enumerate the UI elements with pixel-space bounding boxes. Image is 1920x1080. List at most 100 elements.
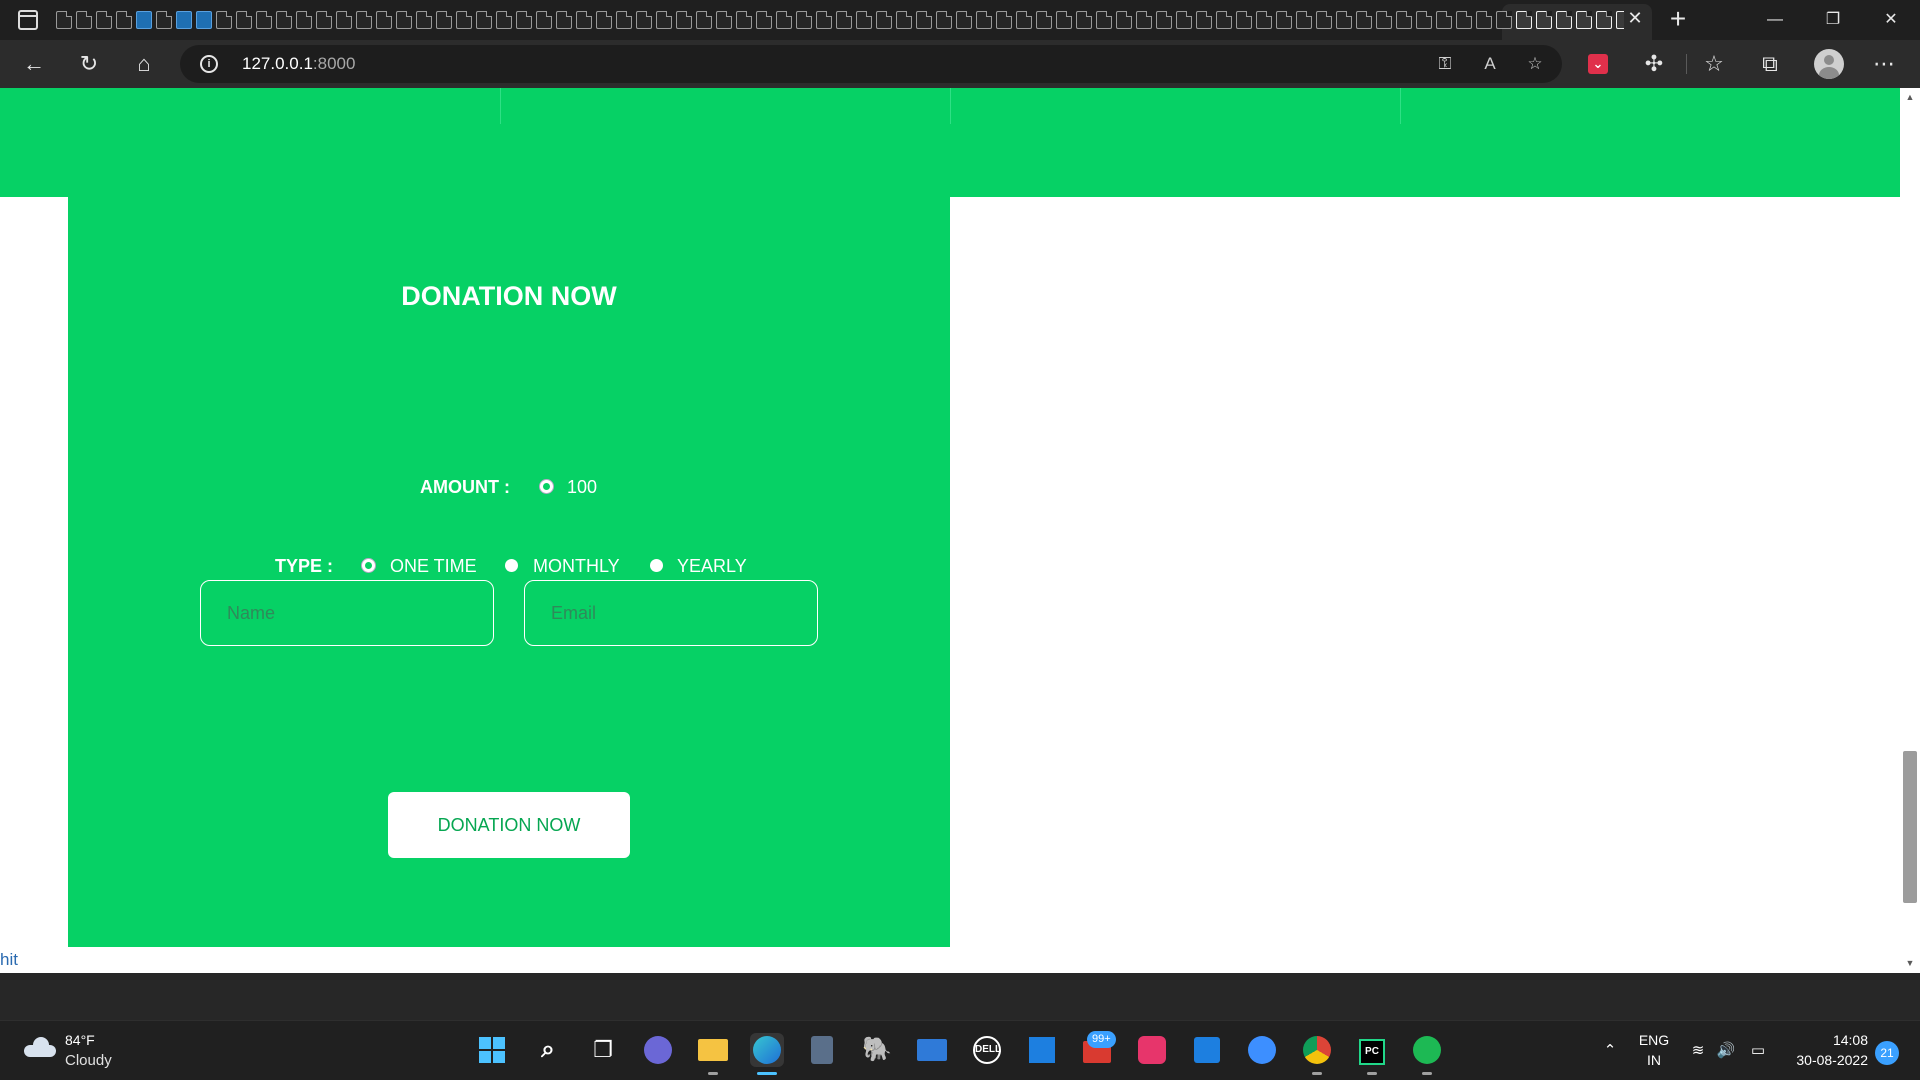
tab-favicon[interactable] [516,11,532,29]
tab-favicon[interactable] [876,11,892,29]
tab-favicon[interactable] [576,11,592,29]
type-radio-one-time[interactable] [362,559,375,572]
minimize-icon[interactable]: — [1760,6,1790,34]
search-icon[interactable]: ⌕ [531,1033,565,1067]
tab-favicon[interactable] [1136,11,1152,29]
tab-favicon[interactable] [116,11,132,29]
tab-favicon[interactable] [376,11,392,29]
home-icon[interactable]: ⌂ [128,48,160,80]
read-aloud-icon[interactable]: A [1478,52,1502,76]
language-line2[interactable]: IN [1636,1052,1672,1068]
add-favorite-icon[interactable]: ☆ [1523,52,1547,76]
weather-condition[interactable]: Cloudy [65,1052,112,1069]
tab-favicon[interactable] [416,11,432,29]
tab-favicon[interactable] [776,11,792,29]
tab-favicon[interactable] [1536,11,1552,29]
tab-favicon[interactable] [596,11,612,29]
tab-favicon[interactable] [936,11,952,29]
tab-favicon[interactable] [1436,11,1452,29]
profile-avatar[interactable] [1814,49,1844,79]
tab-favicon[interactable] [656,11,672,29]
tab-favicon[interactable] [696,11,712,29]
language-line1[interactable]: ENG [1636,1032,1672,1048]
dell-icon[interactable]: DELL [970,1033,1004,1067]
tab-favicon[interactable] [1176,11,1192,29]
tab-favicon[interactable] [1376,11,1392,29]
tab-favicon[interactable] [636,11,652,29]
address-bar[interactable]: i 127.0.0.1:8000 ⚿ A ☆ [180,45,1562,83]
tab-favicon[interactable] [1076,11,1092,29]
pycharm-icon[interactable]: PC [1355,1033,1389,1075]
tab-favicon[interactable] [676,11,692,29]
chrome-icon[interactable] [1300,1033,1334,1075]
key-icon[interactable]: ⚿ [1433,52,1457,76]
tab-favicon[interactable] [536,11,552,29]
tab-favicon[interactable] [76,11,92,29]
tab-favicon[interactable] [1016,11,1032,29]
weather-temperature[interactable]: 84°F [65,1032,95,1048]
tab-favicon[interactable] [276,11,292,29]
tab-favicon[interactable] [1396,11,1412,29]
tab-favicon[interactable] [556,11,572,29]
edge-icon[interactable] [750,1033,784,1075]
back-icon[interactable]: ← [18,48,50,80]
close-window-icon[interactable]: ✕ [1876,6,1906,34]
tab-favicon[interactable] [1216,11,1232,29]
new-tab-button[interactable]: + [1664,4,1692,34]
wifi-icon[interactable]: ≋ [1688,1041,1708,1061]
calculator-icon[interactable] [805,1033,839,1067]
tab-favicon[interactable] [316,11,332,29]
tab-favicon[interactable] [356,11,372,29]
tab-favicon[interactable] [256,11,272,29]
restore-icon[interactable]: ❐ [1818,6,1848,34]
tab-favicon[interactable] [1036,11,1052,29]
favorites-icon[interactable]: ☆ [1698,48,1730,80]
tab-favicon[interactable] [956,11,972,29]
more-menu-icon[interactable]: ⋯ [1868,48,1900,80]
scrollbar-thumb[interactable] [1903,751,1917,903]
tab-favicon[interactable] [96,11,112,29]
type-radio-yearly[interactable] [650,559,663,572]
tab-favicon[interactable] [1276,11,1292,29]
type-radio-monthly[interactable] [505,559,518,572]
tab-favicon[interactable] [1096,11,1112,29]
scroll-down-icon[interactable]: ▼ [1905,958,1915,968]
tab-favicon[interactable] [1456,11,1472,29]
battery-icon[interactable]: ▭ [1748,1041,1768,1061]
scroll-up-icon[interactable]: ▲ [1905,92,1915,102]
tab-favicon[interactable] [176,11,192,29]
tab-actions-icon[interactable] [18,10,38,30]
type-option-one-time[interactable]: ONE TIME [390,556,477,577]
tab-favicon[interactable] [236,11,252,29]
tab-favicon[interactable] [496,11,512,29]
tab-favicon[interactable] [1416,11,1432,29]
chat-icon[interactable] [641,1033,675,1067]
amount-radio-100[interactable] [540,480,553,493]
tab-favicon[interactable] [1236,11,1252,29]
tab-favicon[interactable] [396,11,412,29]
type-option-monthly[interactable]: MONTHLY [533,556,620,577]
donation-submit-button[interactable]: DONATION NOW [388,792,630,858]
mail-icon[interactable] [915,1033,949,1067]
store-icon[interactable] [1025,1033,1059,1067]
tab-favicon[interactable] [56,11,72,29]
tab-favicon[interactable] [1196,11,1212,29]
tab-favicon[interactable] [196,11,212,29]
tab-favicon[interactable] [1556,11,1572,29]
tab-favicon[interactable] [1156,11,1172,29]
close-tab-icon[interactable]: ✕ [1625,8,1645,28]
tab-favicon[interactable] [716,11,732,29]
tab-favicon[interactable] [1476,11,1492,29]
tab-favicon[interactable] [1616,11,1624,29]
media-app-icon[interactable] [1135,1033,1169,1067]
tab-favicon[interactable] [1596,11,1612,29]
email-input[interactable] [524,580,818,646]
refresh-icon[interactable]: ↻ [73,48,105,80]
tab-favicon[interactable] [476,11,492,29]
amount-option-label[interactable]: 100 [567,477,597,498]
tab-favicon[interactable] [1516,11,1532,29]
notification-badge[interactable]: 21 [1875,1041,1899,1065]
calendar-app-icon[interactable] [1190,1033,1224,1067]
url-text[interactable]: 127.0.0.1:8000 [242,54,355,74]
volume-icon[interactable]: 🔊 [1716,1041,1736,1061]
